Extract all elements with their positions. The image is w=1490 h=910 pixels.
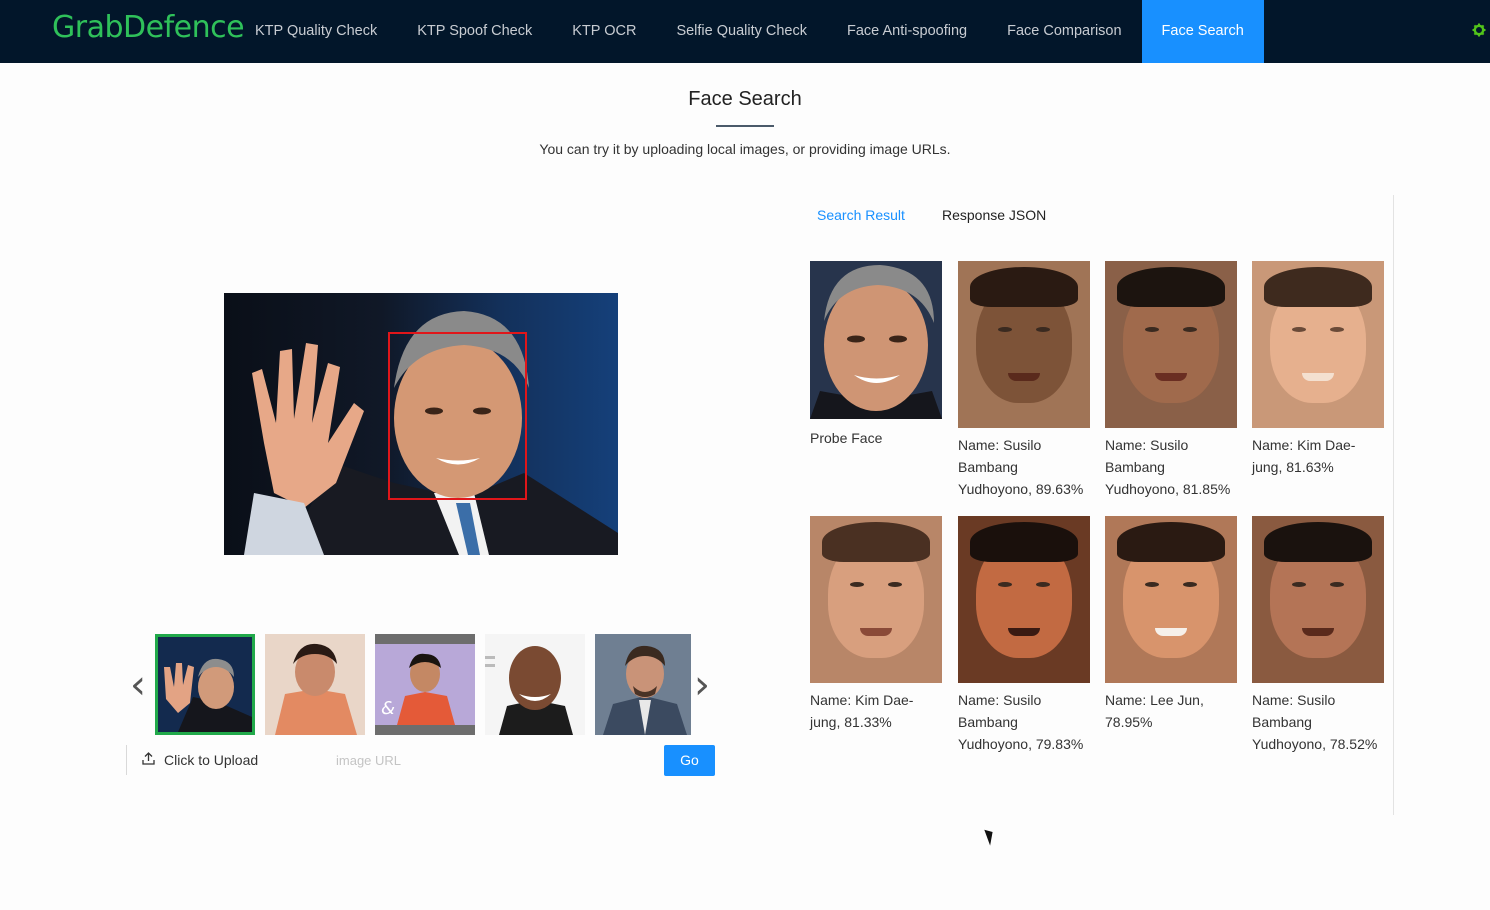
app-logo[interactable]: GrabDefence (52, 10, 245, 45)
face-detection-box (388, 332, 527, 500)
match-face-image (958, 516, 1090, 683)
svg-text:&: & (381, 698, 395, 719)
sample-thumbnail[interactable] (485, 634, 585, 735)
match-caption: Name: Susilo Bambang Yudhoyono, 78.52% (1252, 692, 1378, 752)
match-caption: Name: Lee Jun, 78.95% (1105, 692, 1204, 730)
sample-thumbnail[interactable] (595, 634, 691, 735)
match-card: Name: Kim Dae-jung, 81.63% (1252, 261, 1384, 478)
match-caption: Name: Susilo Bambang Yudhoyono, 89.63% (958, 437, 1084, 497)
settings-gear-icon[interactable] (1472, 23, 1488, 39)
match-caption: Name: Kim Dae-jung, 81.63% (1252, 437, 1356, 475)
page-title: Face Search (688, 88, 802, 110)
nav-item-face-comparison[interactable]: Face Comparison (987, 0, 1141, 63)
go-button[interactable]: Go (664, 745, 715, 776)
sample-thumbnail[interactable] (155, 634, 255, 735)
sample-images-carousel: & (155, 634, 691, 735)
match-caption: Name: Kim Dae-jung, 81.33% (810, 692, 914, 730)
click-to-upload-button[interactable]: Click to Upload (142, 745, 258, 775)
match-face-image (1252, 261, 1384, 428)
match-face-image (810, 516, 942, 683)
upload-divider (126, 745, 127, 775)
carousel-prev-chevron-left-icon[interactable]: ‹ (128, 665, 148, 705)
page-subtitle: You can try it by uploading local images… (539, 141, 951, 157)
sample-thumbnail[interactable] (265, 634, 365, 735)
probe-face-image (810, 261, 942, 419)
upload-button-label: Click to Upload (164, 752, 259, 768)
nav-item-selfie-quality-check[interactable]: Selfie Quality Check (656, 0, 827, 63)
match-face-image (1105, 516, 1237, 683)
nav-item-ktp-quality-check[interactable]: KTP Quality Check (235, 0, 397, 63)
tab-search-result[interactable]: Search Result (817, 207, 905, 223)
nav-item-face-search[interactable]: Face Search (1141, 0, 1264, 63)
probe-face-caption: Probe Face (810, 430, 883, 446)
top-nav-bar: GrabDefence KTP Quality Check KTP Spoof … (0, 0, 1490, 63)
title-underline (716, 125, 774, 127)
match-caption: Name: Susilo Bambang Yudhoyono, 81.85% (1105, 437, 1231, 497)
main-nav: KTP Quality Check KTP Spoof Check KTP OC… (235, 0, 1264, 63)
match-caption: Name: Susilo Bambang Yudhoyono, 79.83% (958, 692, 1084, 752)
carousel-next-chevron-right-icon[interactable]: › (692, 665, 712, 705)
match-card: Name: Lee Jun, 78.95% (1105, 516, 1237, 733)
match-card: Name: Kim Dae-jung, 81.33% (810, 516, 942, 733)
upload-icon (142, 746, 156, 776)
nav-item-ktp-spoof-check[interactable]: KTP Spoof Check (397, 0, 552, 63)
match-card: Name: Susilo Bambang Yudhoyono, 89.63% (958, 261, 1090, 500)
match-face-image (1105, 261, 1237, 428)
mouse-cursor-icon (984, 827, 997, 846)
match-card: Name: Susilo Bambang Yudhoyono, 79.83% (958, 516, 1090, 755)
nav-item-ktp-ocr[interactable]: KTP OCR (552, 0, 656, 63)
match-face-image (958, 261, 1090, 428)
query-image (224, 293, 618, 555)
match-face-image (1252, 516, 1384, 683)
sample-thumbnail[interactable]: & (375, 634, 475, 735)
tab-response-json[interactable]: Response JSON (942, 207, 1046, 223)
nav-item-face-anti-spoofing[interactable]: Face Anti-spoofing (827, 0, 987, 63)
image-url-input[interactable] (324, 745, 662, 775)
results-panel-divider (1393, 195, 1394, 815)
probe-face-card: Probe Face (810, 261, 942, 449)
match-card: Name: Susilo Bambang Yudhoyono, 81.85% (1105, 261, 1237, 500)
match-card: Name: Susilo Bambang Yudhoyono, 78.52% (1252, 516, 1384, 755)
